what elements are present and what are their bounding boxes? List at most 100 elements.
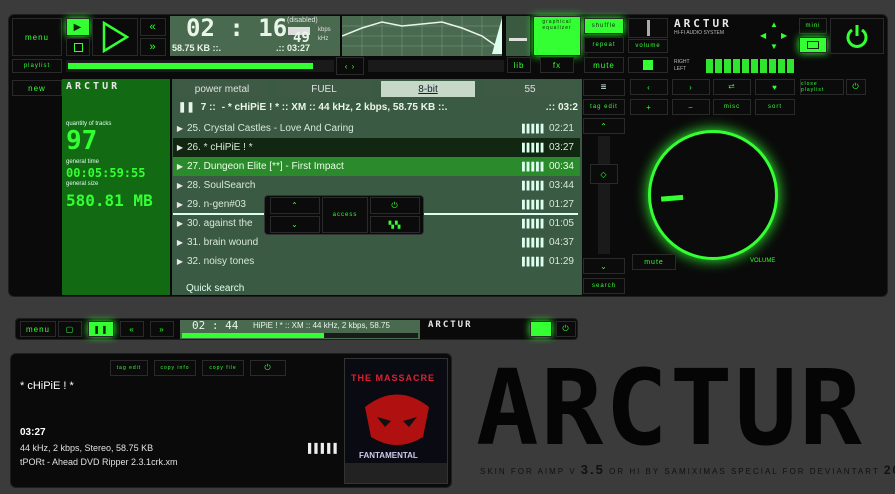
tab-8bit[interactable]: 8-bit (381, 81, 475, 97)
mini-pause-button[interactable]: ❚❚ (88, 321, 114, 337)
mini-menu-button[interactable]: menu (20, 321, 56, 337)
track-label: 25. Crystal Castles - Love And Caring (187, 123, 354, 134)
info-copy-file-button[interactable]: COPY FILE (202, 360, 244, 376)
volume-button[interactable]: volume (628, 39, 668, 53)
info-copy-info-button[interactable]: COPY INFO (154, 360, 196, 376)
play-marker-icon: ▶ (176, 162, 184, 171)
track-row[interactable]: ▶ 31. brain wound ▌▌▌▌▌ 04:37 (173, 233, 580, 252)
track-row[interactable]: ▶ 27. Dungeon Elite [**] - First Impact ▌▌… (173, 157, 580, 176)
power-icon (846, 25, 868, 48)
mini-power-button[interactable]: ⏻ (556, 321, 576, 337)
stop-icon (73, 42, 83, 52)
tag-edit-button[interactable]: TAG EDIT (583, 99, 625, 115)
close-power-button[interactable]: ⏻ (846, 79, 866, 95)
mini-button[interactable]: mini (799, 18, 827, 34)
track-row[interactable]: ▶ 32. noisy tones ▌▌▌▌▌ 01:29 (173, 252, 580, 271)
mute-top-button[interactable]: MUTE (584, 57, 624, 73)
list-down-button[interactable]: ⌄ (583, 258, 625, 274)
heart-button[interactable]: ♥ (755, 79, 795, 95)
gen-time-value: 00:05:59:55 (66, 166, 146, 180)
art-footer (345, 463, 447, 483)
playlist-button[interactable]: playlist (12, 59, 62, 73)
play-small-button[interactable]: ▶ (66, 18, 90, 36)
bitrate-bars-icon: ▌▌▌▌▌ (522, 219, 546, 228)
spectrum (368, 60, 504, 72)
seek-arrows[interactable]: ‹ › (336, 57, 364, 75)
qty-value: 97 (66, 126, 98, 156)
remove-button[interactable]: − (672, 99, 710, 115)
play-marker-icon: ▶ (176, 124, 184, 133)
quick-search-input[interactable]: Quick search (186, 283, 244, 294)
info-power-button[interactable]: ⏻ (250, 360, 286, 376)
big-logo: ARCTUR (476, 347, 864, 469)
search-button[interactable]: SEARCH (583, 278, 625, 294)
eq-graph[interactable] (341, 16, 503, 56)
scroll-up-button[interactable]: ⌃ (270, 197, 320, 214)
volume-knob[interactable] (648, 130, 778, 260)
balance-slider[interactable] (628, 57, 668, 73)
lib-button[interactable]: LIB (507, 57, 531, 73)
mini-mode-button[interactable] (799, 37, 827, 53)
graphical-equalizer-button[interactable]: GRAPHICAL EQUALIZER (533, 16, 581, 56)
tab-fuel[interactable]: FUEL (278, 81, 370, 97)
next-button[interactable]: » (140, 38, 166, 56)
tab-power-metal[interactable]: power metal (176, 81, 268, 97)
list-up-button[interactable]: ⌃ (583, 118, 625, 134)
list-menu-button[interactable]: ≡ (583, 79, 625, 96)
balance-label-left: LEFT (674, 66, 687, 72)
mini-prev-button[interactable]: « (120, 321, 144, 337)
sort-button[interactable]: SORT (755, 99, 795, 115)
seek-bar[interactable] (66, 60, 334, 72)
play-marker-icon: ▶ (176, 257, 184, 266)
mini-next-button[interactable]: » (150, 321, 174, 337)
add-button[interactable]: + (630, 99, 668, 115)
mini-expand-button[interactable] (530, 321, 552, 337)
brand-logo: ARCTUR (674, 17, 732, 30)
stop-button[interactable] (66, 38, 90, 56)
track-row[interactable]: ▶ 28. SoulSearch ▌▌▌▌▌ 03:44 (173, 176, 580, 195)
preamp-slider[interactable] (506, 16, 530, 56)
now-time: .:: 03:2 (545, 101, 578, 113)
play-button[interactable] (92, 18, 138, 56)
access-grid-button[interactable]: ▚▚ (370, 216, 420, 233)
volume-knob-area[interactable] (628, 18, 668, 38)
scroll-down-button[interactable]: ⌄ (270, 216, 320, 233)
mute-knob-button[interactable]: MUTE (632, 254, 676, 270)
power-button[interactable] (830, 18, 884, 54)
play-marker-icon: ▶ (176, 143, 184, 152)
repeat-icon-button[interactable]: ⮂ (713, 79, 751, 95)
repeat-button[interactable]: REPEAT (584, 37, 624, 53)
track-label: 27. Dungeon Elite [**] - First Impact (187, 161, 344, 172)
tab-55[interactable]: 55 (484, 81, 576, 97)
mini-marquee: HiPiE ! * :: XM :: 44 kHz, 2 kbps, 58.75 (253, 321, 390, 330)
access-button[interactable]: ACCESS (322, 197, 368, 233)
nav-left-button[interactable]: ‹ (630, 79, 668, 95)
play-marker-icon: ▶ (176, 219, 184, 228)
info-tag-edit-button[interactable]: TAG EDIT (110, 360, 148, 376)
eq-curve (341, 16, 503, 56)
gen-size-label: general size (66, 181, 99, 187)
shuffle-button[interactable]: SHUFFLE (584, 18, 624, 34)
list-scroll-thumb[interactable]: ◇ (590, 164, 618, 184)
misc-button[interactable]: MISC (713, 99, 751, 115)
track-time: 01:27 (548, 199, 574, 210)
fx-button[interactable]: FX (540, 57, 574, 73)
new-button[interactable]: new (12, 80, 62, 96)
close-playlist-button[interactable]: CLOSE PLAYLIST (800, 79, 844, 95)
kbps-label: kbps (318, 27, 331, 33)
nav-pad[interactable]: ▲ ▼ ◀ ▶ (752, 20, 796, 52)
up-icon: ▲ (770, 20, 778, 29)
track-row[interactable]: ▶ 26. * cHiPiE ! * ▌▌▌▌▌ 03:27 (173, 138, 580, 157)
list-scrollbar[interactable] (598, 136, 610, 254)
mini-stop-button[interactable]: ▢ (58, 321, 82, 337)
bitrate-bars-icon: ▌▌▌▌▌ (522, 200, 546, 209)
pause-indicator: ❚❚ (178, 101, 195, 113)
prev-button[interactable]: « (140, 18, 166, 36)
track-time: 04:37 (548, 237, 574, 248)
gen-time-label: general time (66, 159, 100, 165)
access-power-button[interactable]: ⏻ (370, 197, 420, 214)
art-subtitle: FANTAMENTAL (359, 451, 418, 460)
menu-button[interactable]: menu (12, 18, 62, 56)
nav-right-button[interactable]: › (672, 79, 710, 95)
track-row[interactable]: ▶ 25. Crystal Castles - Love And Caring ▌▌… (173, 119, 580, 138)
